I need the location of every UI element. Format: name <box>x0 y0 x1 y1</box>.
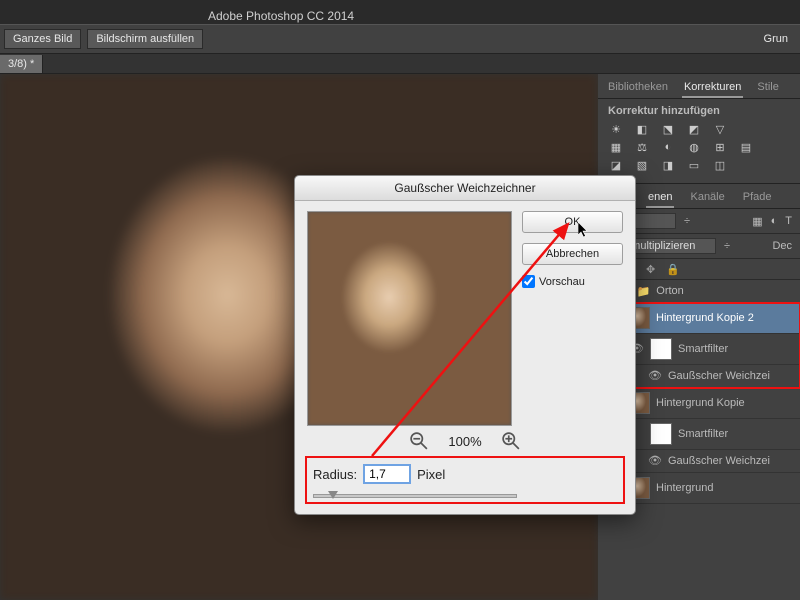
slider-knob[interactable] <box>328 491 338 499</box>
posterize-icon[interactable]: ▧ <box>634 159 650 173</box>
tab-layers[interactable]: enen <box>646 188 674 208</box>
filter-mask-thumbnail[interactable] <box>650 423 672 445</box>
preview-image <box>308 212 511 425</box>
filter-mask-thumbnail[interactable] <box>650 338 672 360</box>
document-tab-bar: 3/8) * <box>0 54 800 74</box>
vibrance-icon[interactable]: ▽ <box>712 123 728 137</box>
app-title: Adobe Photoshop CC 2014 <box>0 8 800 24</box>
lut-icon[interactable]: ▤ <box>738 141 754 155</box>
exposure-icon[interactable]: ◩ <box>686 123 702 137</box>
ok-button[interactable]: OK <box>522 211 623 233</box>
filter-type-icon[interactable]: T <box>785 215 792 227</box>
lock-all-icon[interactable]: 🔒 <box>666 263 680 275</box>
threshold-icon[interactable]: ◨ <box>660 159 676 173</box>
zoom-fill-button[interactable]: Bildschirm ausfüllen <box>87 29 203 49</box>
tab-adjustments[interactable]: Korrekturen <box>682 78 743 98</box>
options-bar: Ganzes Bild Bildschirm ausfüllen Grun <box>0 24 800 54</box>
selective-icon[interactable]: ◫ <box>712 159 728 173</box>
toolbar-right-label: Grun <box>756 30 796 48</box>
filter-name: Gaußscher Weichzei <box>668 370 770 382</box>
radius-label: Radius: <box>313 467 357 482</box>
levels-icon[interactable]: ◧ <box>634 123 650 137</box>
dialog-title: Gaußscher Weichzeichner <box>295 176 635 201</box>
layer-name: Hintergrund Kopie 2 <box>656 312 754 324</box>
panel-tabs-top: Bibliotheken Korrekturen Stile <box>598 74 800 99</box>
opacity-label: Dec <box>772 240 792 252</box>
gaussian-blur-dialog: Gaußscher Weichzeichner OK Abbrechen Vor… <box>294 175 636 515</box>
curves-icon[interactable]: ⬔ <box>660 123 676 137</box>
adjustments-panel: Korrektur hinzufügen ☀ ◧ ⬔ ◩ ▽ ▦ ⚖ ◐ ◍ ⊞… <box>598 99 800 183</box>
layer-name: Hintergrund <box>656 482 713 494</box>
radius-input[interactable] <box>363 464 411 484</box>
visibility-icon[interactable]: 👁 <box>648 369 662 383</box>
visibility-icon[interactable]: 👁 <box>648 454 662 468</box>
mixer-icon[interactable]: ⊞ <box>712 141 728 155</box>
gradient-map-icon[interactable]: ▭ <box>686 159 702 173</box>
annotation-red-box-radius: Radius: Pixel <box>307 458 623 502</box>
layer-name: Hintergrund Kopie <box>656 397 745 409</box>
preview-label: Vorschau <box>539 276 585 288</box>
chevron-down-icon[interactable]: ÷ <box>684 215 690 227</box>
radius-unit: Pixel <box>417 467 445 482</box>
zoom-in-icon[interactable] <box>502 432 520 450</box>
zoom-out-icon[interactable] <box>410 432 428 450</box>
filter-adj-icon[interactable]: ◐ <box>771 215 778 227</box>
tab-libraries[interactable]: Bibliotheken <box>606 78 670 98</box>
balance-icon[interactable]: ⚖ <box>634 141 650 155</box>
tab-channels[interactable]: Kanäle <box>688 188 726 208</box>
preview-checkbox-row[interactable]: Vorschau <box>522 275 623 288</box>
lock-position-icon[interactable]: ✥ <box>646 263 660 275</box>
filter-preview[interactable] <box>307 211 512 426</box>
filter-pixel-icon[interactable]: ▦ <box>752 215 762 228</box>
group-name: Orton <box>656 285 684 297</box>
smartfilter-label: Smartfilter <box>678 343 728 355</box>
bw-icon[interactable]: ◐ <box>660 141 676 155</box>
tab-paths[interactable]: Pfade <box>741 188 774 208</box>
filter-name: Gaußscher Weichzei <box>668 455 770 467</box>
photo-filter-icon[interactable]: ◍ <box>686 141 702 155</box>
adjustments-title: Korrektur hinzufügen <box>608 105 790 117</box>
cancel-button[interactable]: Abbrechen <box>522 243 623 265</box>
hue-icon[interactable]: ▦ <box>608 141 624 155</box>
zoom-level: 100% <box>448 434 481 449</box>
smartfilter-label: Smartfilter <box>678 428 728 440</box>
radius-slider[interactable] <box>313 494 517 498</box>
tab-styles[interactable]: Stile <box>755 78 780 98</box>
chevron-down-icon[interactable]: ÷ <box>724 240 730 252</box>
zoom-fit-button[interactable]: Ganzes Bild <box>4 29 81 49</box>
invert-icon[interactable]: ◪ <box>608 159 624 173</box>
preview-checkbox[interactable] <box>522 275 535 288</box>
document-tab[interactable]: 3/8) * <box>0 55 43 73</box>
brightness-icon[interactable]: ☀ <box>608 123 624 137</box>
